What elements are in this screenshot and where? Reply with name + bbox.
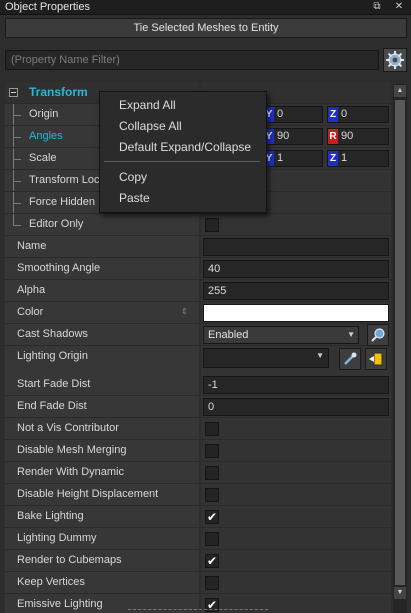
menu-item-default-expand-collapse[interactable]: Default Expand/Collapse <box>119 139 251 155</box>
editor-only-checkbox[interactable] <box>205 218 219 232</box>
start-fade-dist-label: Start Fade Dist <box>5 374 199 396</box>
scroll-down-icon[interactable]: ▼ <box>394 587 406 599</box>
menu-item-copy[interactable]: Copy <box>119 169 147 185</box>
start-fade-dist-row[interactable]: Start Fade Dist -1 <box>5 374 391 396</box>
lighting-dummy-checkbox[interactable] <box>205 532 219 546</box>
title-bar: Object Properties ⧉ ✕ <box>0 0 411 15</box>
not-vis-contributor-row[interactable]: Not a Vis Contributor <box>5 418 391 440</box>
scale-y-field[interactable]: Y1 <box>263 150 323 167</box>
smoothing-angle-row[interactable]: Smoothing Angle 40 <box>5 258 391 280</box>
alpha-row[interactable]: Alpha 255 <box>5 280 391 302</box>
tie-meshes-button[interactable]: Tie Selected Meshes to Entity <box>5 18 407 38</box>
alpha-input[interactable]: 255 <box>203 282 389 300</box>
close-icon[interactable]: ✕ <box>392 0 406 14</box>
name-label: Name <box>5 236 199 258</box>
disable-mesh-merging-row[interactable]: Disable Mesh Merging <box>5 440 391 462</box>
origin-y-field[interactable]: Y0 <box>263 106 323 123</box>
pick-origin-button[interactable] <box>339 348 361 370</box>
end-fade-dist-row[interactable]: End Fade Dist 0 <box>5 396 391 418</box>
render-to-cubemaps-row[interactable]: Render to Cubemaps ✔ <box>5 550 391 572</box>
collapse-icon[interactable] <box>9 88 18 97</box>
smoothing-angle-label: Smoothing Angle <box>5 258 199 280</box>
context-menu: Expand All Collapse All Default Expand/C… <box>99 91 267 213</box>
eyedropper-icon <box>344 352 357 365</box>
transform-header-label: Transform <box>29 85 88 99</box>
checkmark-icon: ✔ <box>206 554 218 568</box>
name-input[interactable] <box>203 238 389 256</box>
disable-height-displacement-row[interactable]: Disable Height Displacement <box>5 484 391 506</box>
disable-mesh-merging-label: Disable Mesh Merging <box>5 440 199 462</box>
end-fade-dist-input[interactable]: 0 <box>203 398 389 416</box>
chevron-down-icon: ▼ <box>316 351 324 360</box>
drag-handle-icon[interactable]: ⇕ <box>181 307 188 316</box>
cast-shadows-select[interactable]: Enabled ▼ <box>203 326 359 344</box>
end-fade-dist-label: End Fade Dist <box>5 396 199 418</box>
menu-item-paste[interactable]: Paste <box>119 190 150 206</box>
name-row[interactable]: Name <box>5 236 391 258</box>
origin-z-field[interactable]: Z0 <box>327 106 389 123</box>
smoothing-angle-input[interactable]: 40 <box>203 260 389 278</box>
property-filter-input[interactable]: (Property Name Filter) <box>5 50 379 70</box>
disable-height-displacement-label: Disable Height Displacement <box>5 484 199 506</box>
render-with-dynamic-checkbox[interactable] <box>205 466 219 480</box>
lighting-origin-select[interactable]: ▼ <box>203 348 329 368</box>
scale-z-field[interactable]: Z1 <box>327 150 389 167</box>
menu-item-collapse-all[interactable]: Collapse All <box>119 118 182 134</box>
render-to-cubemaps-checkbox[interactable]: ✔ <box>205 554 219 568</box>
cast-shadows-row[interactable]: Cast Shadows Enabled ▼ <box>5 324 391 346</box>
color-swatch[interactable] <box>203 304 389 322</box>
angles-roll-field[interactable]: R 90 <box>327 128 389 145</box>
color-row[interactable]: Color ⇕ <box>5 302 391 324</box>
scroll-up-icon[interactable]: ▲ <box>394 85 406 97</box>
bake-lighting-row[interactable]: Bake Lighting ✔ <box>5 506 391 528</box>
menu-separator <box>104 161 260 162</box>
magnifier-icon <box>371 328 385 342</box>
lighting-dummy-row[interactable]: Lighting Dummy <box>5 528 391 550</box>
keep-vertices-row[interactable]: Keep Vertices <box>5 572 391 594</box>
gear-icon <box>386 51 404 69</box>
disable-mesh-merging-checkbox[interactable] <box>205 444 219 458</box>
chevron-down-icon: ▼ <box>347 330 355 339</box>
color-label: Color <box>5 302 199 324</box>
render-to-cubemaps-label: Render to Cubemaps <box>5 550 199 572</box>
render-with-dynamic-label: Render With Dynamic <box>5 462 199 484</box>
resize-grip[interactable] <box>128 609 268 612</box>
window-title: Object Properties <box>5 1 90 13</box>
target-arrow-icon <box>369 352 383 366</box>
lighting-origin-label: Lighting Origin <box>5 346 199 376</box>
keep-vertices-checkbox[interactable] <box>205 576 219 590</box>
not-vis-contributor-label: Not a Vis Contributor <box>5 418 199 440</box>
filter-settings-button[interactable] <box>383 48 407 72</box>
menu-item-expand-all[interactable]: Expand All <box>119 97 176 113</box>
lighting-origin-row[interactable]: Lighting Origin ▼ <box>5 346 391 376</box>
bake-lighting-label: Bake Lighting <box>5 506 199 528</box>
render-with-dynamic-row[interactable]: Render With Dynamic <box>5 462 391 484</box>
checkmark-icon: ✔ <box>206 510 218 524</box>
disable-height-displacement-checkbox[interactable] <box>205 488 219 502</box>
start-fade-dist-input[interactable]: -1 <box>203 376 389 394</box>
vertical-scrollbar[interactable]: ▲ ▼ <box>393 84 407 613</box>
cast-shadows-label: Cast Shadows <box>5 324 199 346</box>
keep-vertices-label: Keep Vertices <box>5 572 199 594</box>
lighting-dummy-label: Lighting Dummy <box>5 528 199 550</box>
not-vis-contributor-checkbox[interactable] <box>205 422 219 436</box>
goto-origin-button[interactable] <box>365 348 387 370</box>
shadow-search-button[interactable] <box>367 324 389 346</box>
alpha-label: Alpha <box>5 280 199 302</box>
editor-only-row[interactable]: Editor Only <box>5 214 391 236</box>
angles-yaw-field[interactable]: Y 90 <box>263 128 323 145</box>
scrollbar-thumb[interactable] <box>395 100 405 585</box>
pin-icon[interactable]: ⧉ <box>370 0 384 14</box>
editor-only-label: Editor Only <box>5 214 199 236</box>
bake-lighting-checkbox[interactable]: ✔ <box>205 510 219 524</box>
